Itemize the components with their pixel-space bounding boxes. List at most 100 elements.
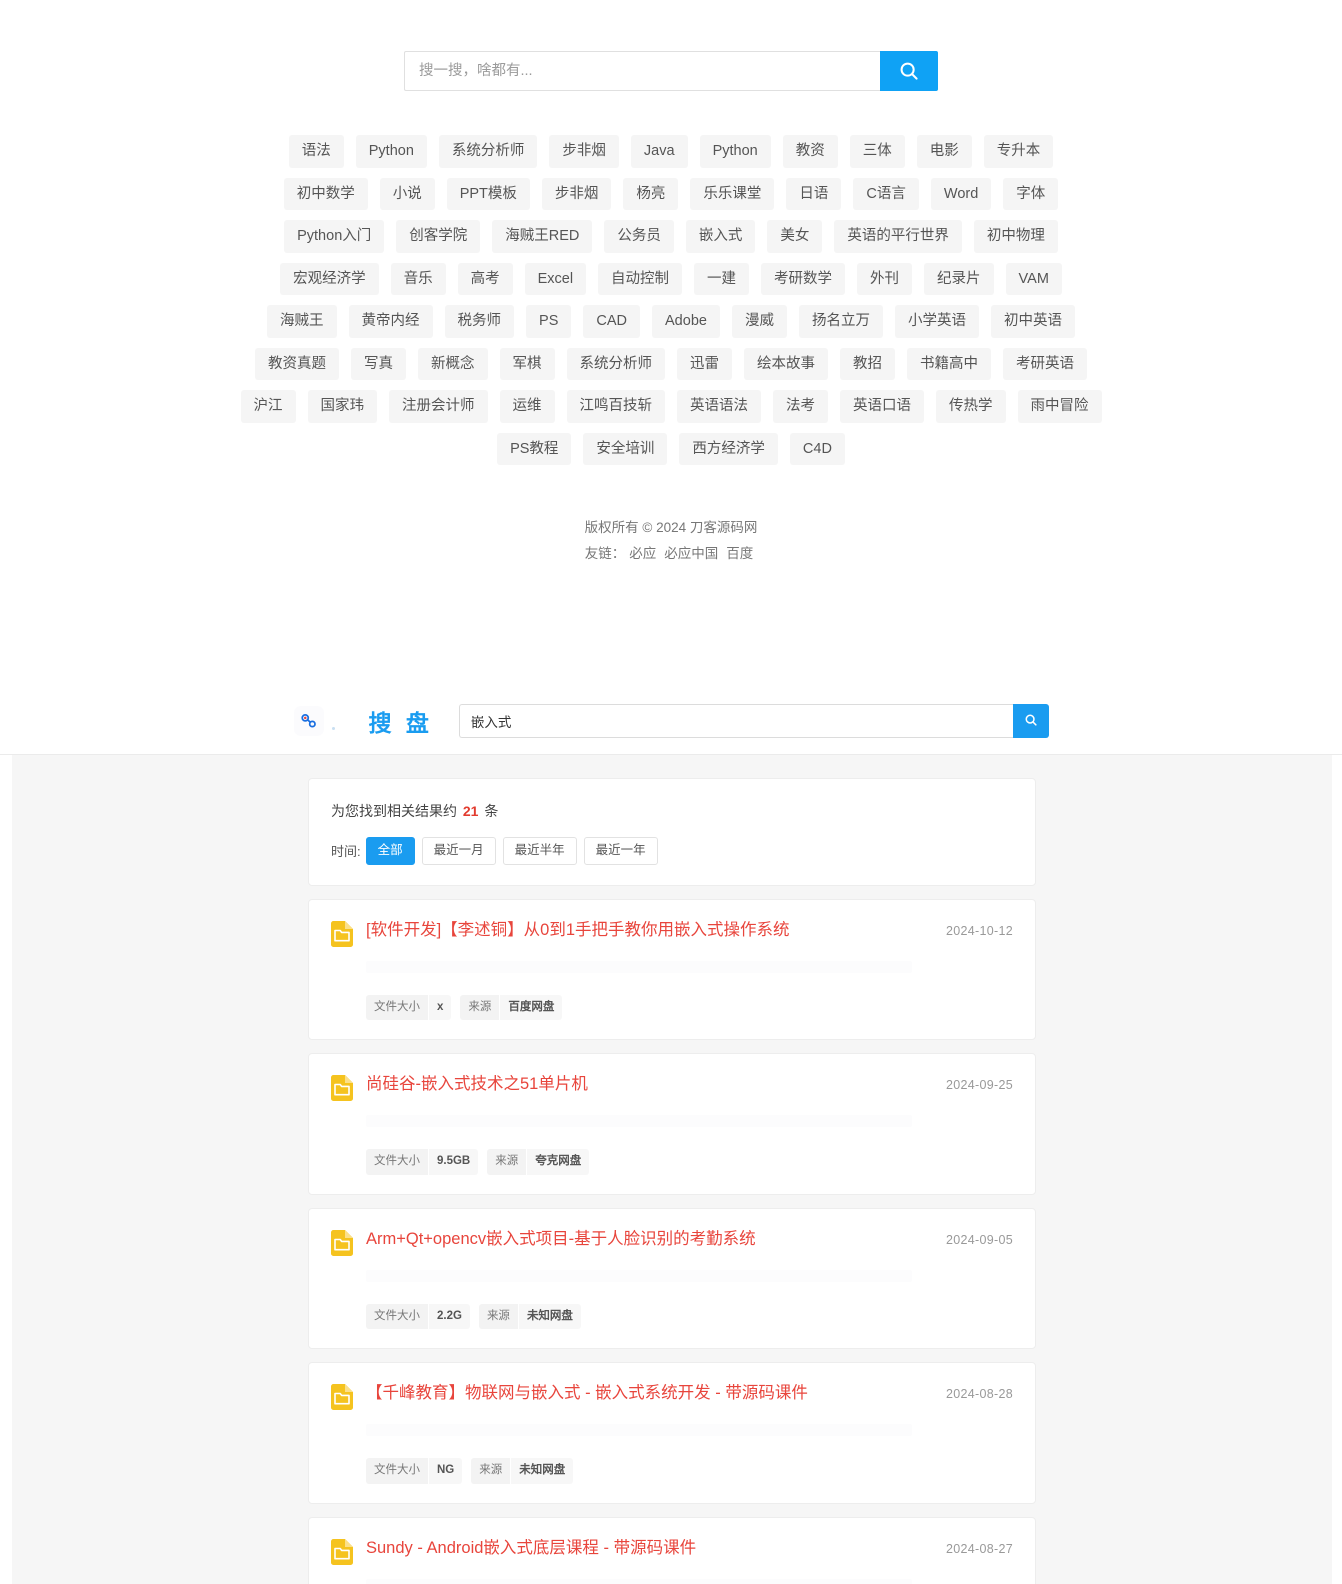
- tag-item[interactable]: 小说: [379, 177, 435, 210]
- friend-link[interactable]: 百度: [726, 546, 753, 561]
- result-snippet-placeholder: [366, 1269, 912, 1282]
- tag-item[interactable]: 书籍高中: [907, 347, 991, 380]
- tag-item[interactable]: 专升本: [983, 135, 1054, 168]
- tag-item[interactable]: PPT模板: [446, 177, 530, 210]
- tag-item[interactable]: 传热学: [936, 390, 1006, 423]
- tag-item[interactable]: 小学英语: [894, 305, 979, 338]
- result-title-link[interactable]: 尚硅谷-嵌入式技术之51单片机: [366, 1074, 930, 1095]
- tag-item[interactable]: 考研数学: [761, 262, 846, 295]
- friend-links-label: 友链：: [584, 545, 626, 561]
- site-search-input[interactable]: [458, 704, 1013, 738]
- friend-link[interactable]: 必应: [629, 546, 656, 561]
- tag-item[interactable]: 运维: [499, 390, 555, 423]
- tag-item[interactable]: 海贼王: [267, 305, 337, 338]
- tag-item[interactable]: 西方经济学: [679, 432, 778, 465]
- result-card[interactable]: 尚硅谷-嵌入式技术之51单片机 2024-09-25 文件大小 9.5GB 来源 夸克网盘: [308, 1053, 1036, 1195]
- tag-item[interactable]: 雨中冒险: [1017, 390, 1102, 423]
- tag-item[interactable]: 电影: [916, 135, 972, 168]
- tag-item[interactable]: 步非烟: [541, 177, 612, 210]
- tag-item[interactable]: 公务员: [604, 220, 674, 253]
- tag-item[interactable]: 英语口语: [840, 390, 924, 423]
- soupan-logo-icon[interactable]: [293, 706, 324, 736]
- tag-item[interactable]: 教资: [782, 135, 838, 168]
- tag-item[interactable]: Python入门: [284, 220, 385, 253]
- tag-item[interactable]: 绘本故事: [744, 347, 828, 380]
- tag-item[interactable]: 初中数学: [283, 177, 368, 210]
- tag-item[interactable]: 沪江: [240, 390, 296, 423]
- tag-item[interactable]: 字体: [1003, 177, 1059, 210]
- friend-link[interactable]: 必应中国: [664, 546, 718, 561]
- result-card[interactable]: [软件开发]【李述铜】从0到1手把手教你用嵌入式操作系统 2024-10-12 文件…: [308, 898, 1036, 1041]
- tag-item[interactable]: 法考: [773, 390, 828, 423]
- tag-item[interactable]: 创客学院: [396, 220, 481, 253]
- tag-item[interactable]: 初中物理: [973, 220, 1058, 253]
- tag-item[interactable]: 国家玮: [307, 390, 377, 423]
- tag-item[interactable]: 海贼王RED: [492, 220, 593, 253]
- tag-item[interactable]: 英语语法: [677, 390, 761, 423]
- tag-item[interactable]: 音乐: [390, 262, 446, 295]
- tag-item[interactable]: 考研英语: [1003, 347, 1087, 380]
- tag-item[interactable]: 英语的平行世界: [834, 220, 962, 253]
- tag-item[interactable]: Java: [630, 135, 688, 168]
- tag-item[interactable]: VAM: [1005, 262, 1062, 295]
- tag-item[interactable]: 宏观经济学: [280, 262, 379, 295]
- tag-item[interactable]: 安全培训: [583, 432, 668, 465]
- result-card[interactable]: Sundy - Android嵌入式底层课程 - 带源码课件 2024-08-27…: [308, 1516, 1036, 1584]
- tag-item[interactable]: Python: [699, 135, 771, 168]
- tag-item[interactable]: 初中英语: [990, 305, 1075, 338]
- tag-item[interactable]: Python: [355, 135, 427, 168]
- tag-item[interactable]: 一建: [694, 262, 750, 295]
- search-input[interactable]: [404, 51, 880, 91]
- tag-item[interactable]: Adobe: [652, 305, 720, 338]
- time-filter-button[interactable]: 最近半年: [502, 837, 577, 865]
- tag-item[interactable]: Word: [930, 177, 992, 210]
- footer-friend-links: 友链： 必应 必应中国 百度: [0, 541, 1342, 567]
- tag-item[interactable]: 杨亮: [623, 177, 679, 210]
- tag-item[interactable]: 扬名立万: [798, 305, 883, 338]
- tag-item[interactable]: 自动控制: [598, 262, 683, 295]
- site-search-button[interactable]: [1012, 704, 1049, 738]
- tag-item[interactable]: Excel: [524, 262, 587, 295]
- tag-item[interactable]: 漫威: [731, 305, 787, 338]
- result-card[interactable]: Arm+Qt+opencv嵌入式项目-基于人脸识别的考勤系统 2024-09-05…: [308, 1207, 1036, 1350]
- tag-item[interactable]: 三体: [849, 135, 905, 168]
- tag-item[interactable]: 高考: [457, 262, 513, 295]
- time-filter-button[interactable]: 最近一月: [421, 837, 496, 865]
- tag-item[interactable]: 新概念: [418, 347, 488, 380]
- search-button[interactable]: [880, 51, 938, 91]
- tag-item[interactable]: C4D: [789, 432, 845, 465]
- tag-item[interactable]: 系统分析师: [566, 347, 665, 380]
- result-title-link[interactable]: [软件开发]【李述铜】从0到1手把手教你用嵌入式操作系统: [366, 920, 930, 941]
- tag-item[interactable]: 外刊: [857, 262, 913, 295]
- tag-item[interactable]: 乐乐课堂: [690, 177, 775, 210]
- tag-item[interactable]: PS: [526, 305, 572, 338]
- tag-item[interactable]: 迅雷: [677, 347, 732, 380]
- tag-item[interactable]: 嵌入式: [685, 220, 756, 253]
- tag-item[interactable]: 步非烟: [549, 135, 619, 168]
- tag-item[interactable]: 美女: [767, 220, 823, 253]
- tag-item[interactable]: 军棋: [499, 347, 555, 380]
- tag-item[interactable]: 税务师: [444, 305, 515, 338]
- tag-item[interactable]: PS教程: [497, 432, 572, 465]
- time-filter-button[interactable]: 最近一年: [583, 837, 658, 865]
- tag-item[interactable]: 写真: [351, 347, 406, 380]
- tag-item[interactable]: 江鸣百技斩: [566, 390, 665, 423]
- source-badge: 来源 未知网盘: [471, 1458, 574, 1484]
- file-size-label: 文件大小: [366, 994, 428, 1021]
- tag-item[interactable]: C语言: [853, 177, 919, 210]
- result-title-link[interactable]: Sundy - Android嵌入式底层课程 - 带源码课件: [366, 1538, 930, 1559]
- tag-item[interactable]: 日语: [786, 177, 842, 210]
- result-card[interactable]: 【千峰教育】物联网与嵌入式 - 嵌入式系统开发 - 带源码课件 2024-08-2…: [308, 1362, 1036, 1504]
- tag-item[interactable]: 教招: [840, 347, 895, 380]
- tag-item[interactable]: 注册会计师: [389, 390, 488, 423]
- tag-item[interactable]: 教资真题: [255, 347, 339, 380]
- site-logo-text[interactable]: 搜 盘: [369, 704, 433, 738]
- time-filter-button[interactable]: 全部: [365, 837, 415, 865]
- tag-item[interactable]: CAD: [583, 305, 641, 338]
- result-title-link[interactable]: Arm+Qt+opencv嵌入式项目-基于人脸识别的考勤系统: [366, 1229, 930, 1250]
- tag-item[interactable]: 黄帝内经: [348, 305, 433, 338]
- tag-item[interactable]: 语法: [288, 135, 344, 168]
- tag-item[interactable]: 纪录片: [924, 262, 994, 295]
- result-title-link[interactable]: 【千峰教育】物联网与嵌入式 - 嵌入式系统开发 - 带源码课件: [366, 1383, 930, 1404]
- tag-item[interactable]: 系统分析师: [438, 135, 538, 168]
